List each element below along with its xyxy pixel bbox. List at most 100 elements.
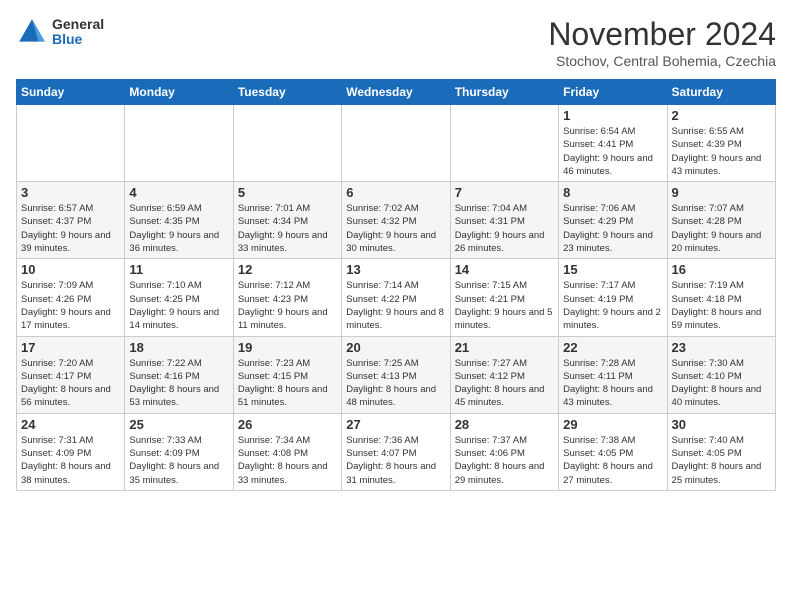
day-info: Sunrise: 7:14 AMSunset: 4:22 PMDaylight:… bbox=[346, 279, 445, 332]
calendar-cell: 17 Sunrise: 7:20 AMSunset: 4:17 PMDayligh… bbox=[17, 336, 125, 413]
day-number: 8 bbox=[563, 185, 662, 200]
title-area: November 2024 Stochov, Central Bohemia, … bbox=[548, 16, 776, 69]
day-number: 15 bbox=[563, 262, 662, 277]
day-info: Sunrise: 6:55 AMSunset: 4:39 PMDaylight:… bbox=[672, 125, 771, 178]
calendar-cell: 15 Sunrise: 7:17 AMSunset: 4:19 PMDayligh… bbox=[559, 259, 667, 336]
day-info: Sunrise: 7:04 AMSunset: 4:31 PMDaylight:… bbox=[455, 202, 554, 255]
header-sunday: Sunday bbox=[17, 80, 125, 105]
day-number: 4 bbox=[129, 185, 228, 200]
day-number: 23 bbox=[672, 340, 771, 355]
day-number: 10 bbox=[21, 262, 120, 277]
day-number: 30 bbox=[672, 417, 771, 432]
month-title: November 2024 bbox=[548, 16, 776, 53]
day-info: Sunrise: 7:34 AMSunset: 4:08 PMDaylight:… bbox=[238, 434, 337, 487]
calendar-cell: 16 Sunrise: 7:19 AMSunset: 4:18 PMDayligh… bbox=[667, 259, 775, 336]
calendar-cell: 20 Sunrise: 7:25 AMSunset: 4:13 PMDayligh… bbox=[342, 336, 450, 413]
day-number: 12 bbox=[238, 262, 337, 277]
calendar-table: Sunday Monday Tuesday Wednesday Thursday… bbox=[16, 79, 776, 491]
day-info: Sunrise: 7:22 AMSunset: 4:16 PMDaylight:… bbox=[129, 357, 228, 410]
day-number: 19 bbox=[238, 340, 337, 355]
header-tuesday: Tuesday bbox=[233, 80, 341, 105]
day-info: Sunrise: 7:07 AMSunset: 4:28 PMDaylight:… bbox=[672, 202, 771, 255]
day-info: Sunrise: 7:02 AMSunset: 4:32 PMDaylight:… bbox=[346, 202, 445, 255]
day-info: Sunrise: 6:59 AMSunset: 4:35 PMDaylight:… bbox=[129, 202, 228, 255]
day-info: Sunrise: 7:15 AMSunset: 4:21 PMDaylight:… bbox=[455, 279, 554, 332]
day-number: 20 bbox=[346, 340, 445, 355]
day-number: 5 bbox=[238, 185, 337, 200]
logo: General Blue bbox=[16, 16, 104, 48]
calendar-cell: 23 Sunrise: 7:30 AMSunset: 4:10 PMDayligh… bbox=[667, 336, 775, 413]
day-info: Sunrise: 7:09 AMSunset: 4:26 PMDaylight:… bbox=[21, 279, 120, 332]
calendar-cell: 6Sunrise: 7:02 AMSunset: 4:32 PMDaylight… bbox=[342, 182, 450, 259]
logo-blue-text: Blue bbox=[52, 32, 104, 47]
calendar-cell: 26 Sunrise: 7:34 AMSunset: 4:08 PMDayligh… bbox=[233, 413, 341, 490]
logo-icon bbox=[16, 16, 48, 48]
calendar-cell: 18 Sunrise: 7:22 AMSunset: 4:16 PMDayligh… bbox=[125, 336, 233, 413]
day-number: 26 bbox=[238, 417, 337, 432]
calendar-cell bbox=[17, 105, 125, 182]
calendar-cell: 19Sunrise: 7:23 AMSunset: 4:15 PMDayligh… bbox=[233, 336, 341, 413]
day-info: Sunrise: 7:30 AMSunset: 4:10 PMDaylight:… bbox=[672, 357, 771, 410]
header-monday: Monday bbox=[125, 80, 233, 105]
calendar-cell: 5 Sunrise: 7:01 AMSunset: 4:34 PMDaylight… bbox=[233, 182, 341, 259]
calendar-cell: 3 Sunrise: 6:57 AMSunset: 4:37 PMDaylight… bbox=[17, 182, 125, 259]
page-header: General Blue November 2024 Stochov, Cent… bbox=[16, 16, 776, 69]
calendar-cell bbox=[233, 105, 341, 182]
day-info: Sunrise: 7:17 AMSunset: 4:19 PMDaylight:… bbox=[563, 279, 662, 332]
day-info: Sunrise: 7:25 AMSunset: 4:13 PMDaylight:… bbox=[346, 357, 445, 410]
calendar-cell bbox=[342, 105, 450, 182]
calendar-cell: 22 Sunrise: 7:28 AMSunset: 4:11 PMDayligh… bbox=[559, 336, 667, 413]
day-number: 29 bbox=[563, 417, 662, 432]
day-info: Sunrise: 7:10 AMSunset: 4:25 PMDaylight:… bbox=[129, 279, 228, 332]
day-info: Sunrise: 7:20 AMSunset: 4:17 PMDaylight:… bbox=[21, 357, 120, 410]
header-friday: Friday bbox=[559, 80, 667, 105]
calendar-header: Sunday Monday Tuesday Wednesday Thursday… bbox=[17, 80, 776, 105]
logo-general-text: General bbox=[52, 17, 104, 32]
calendar-cell: 29 Sunrise: 7:38 AMSunset: 4:05 PMDayligh… bbox=[559, 413, 667, 490]
day-number: 9 bbox=[672, 185, 771, 200]
day-number: 27 bbox=[346, 417, 445, 432]
calendar-cell: 25 Sunrise: 7:33 AMSunset: 4:09 PMDayligh… bbox=[125, 413, 233, 490]
day-info: Sunrise: 7:31 AMSunset: 4:09 PMDaylight:… bbox=[21, 434, 120, 487]
day-number: 25 bbox=[129, 417, 228, 432]
calendar-cell: 28Sunrise: 7:37 AMSunset: 4:06 PMDayligh… bbox=[450, 413, 558, 490]
calendar-cell: 13 Sunrise: 7:14 AMSunset: 4:22 PMDayligh… bbox=[342, 259, 450, 336]
calendar-cell: 10 Sunrise: 7:09 AMSunset: 4:26 PMDayligh… bbox=[17, 259, 125, 336]
calendar-cell: 30 Sunrise: 7:40 AMSunset: 4:05 PMDayligh… bbox=[667, 413, 775, 490]
day-number: 22 bbox=[563, 340, 662, 355]
day-info: Sunrise: 7:36 AMSunset: 4:07 PMDaylight:… bbox=[346, 434, 445, 487]
calendar-cell: 8Sunrise: 7:06 AMSunset: 4:29 PMDaylight… bbox=[559, 182, 667, 259]
calendar-cell bbox=[450, 105, 558, 182]
day-number: 13 bbox=[346, 262, 445, 277]
day-number: 3 bbox=[21, 185, 120, 200]
day-info: Sunrise: 6:54 AMSunset: 4:41 PMDaylight:… bbox=[563, 125, 662, 178]
calendar-cell: 1Sunrise: 6:54 AMSunset: 4:41 PMDaylight… bbox=[559, 105, 667, 182]
calendar-cell: 11 Sunrise: 7:10 AMSunset: 4:25 PMDayligh… bbox=[125, 259, 233, 336]
header-wednesday: Wednesday bbox=[342, 80, 450, 105]
calendar-cell bbox=[125, 105, 233, 182]
calendar-cell: 2Sunrise: 6:55 AMSunset: 4:39 PMDaylight… bbox=[667, 105, 775, 182]
header-thursday: Thursday bbox=[450, 80, 558, 105]
day-number: 17 bbox=[21, 340, 120, 355]
day-info: Sunrise: 7:19 AMSunset: 4:18 PMDaylight:… bbox=[672, 279, 771, 332]
day-number: 28 bbox=[455, 417, 554, 432]
day-number: 11 bbox=[129, 262, 228, 277]
header-saturday: Saturday bbox=[667, 80, 775, 105]
day-info: Sunrise: 7:38 AMSunset: 4:05 PMDaylight:… bbox=[563, 434, 662, 487]
calendar-cell: 14Sunrise: 7:15 AMSunset: 4:21 PMDayligh… bbox=[450, 259, 558, 336]
day-number: 18 bbox=[129, 340, 228, 355]
location: Stochov, Central Bohemia, Czechia bbox=[548, 53, 776, 69]
day-info: Sunrise: 7:01 AMSunset: 4:34 PMDaylight:… bbox=[238, 202, 337, 255]
day-number: 16 bbox=[672, 262, 771, 277]
calendar-cell: 4 Sunrise: 6:59 AMSunset: 4:35 PMDaylight… bbox=[125, 182, 233, 259]
calendar-cell: 7 Sunrise: 7:04 AMSunset: 4:31 PMDaylight… bbox=[450, 182, 558, 259]
day-info: Sunrise: 7:28 AMSunset: 4:11 PMDaylight:… bbox=[563, 357, 662, 410]
day-number: 7 bbox=[455, 185, 554, 200]
calendar-body: 1Sunrise: 6:54 AMSunset: 4:41 PMDaylight… bbox=[17, 105, 776, 491]
day-info: Sunrise: 7:33 AMSunset: 4:09 PMDaylight:… bbox=[129, 434, 228, 487]
day-info: Sunrise: 7:12 AMSunset: 4:23 PMDaylight:… bbox=[238, 279, 337, 332]
calendar-cell: 24Sunrise: 7:31 AMSunset: 4:09 PMDayligh… bbox=[17, 413, 125, 490]
day-number: 21 bbox=[455, 340, 554, 355]
day-info: Sunrise: 7:40 AMSunset: 4:05 PMDaylight:… bbox=[672, 434, 771, 487]
day-info: Sunrise: 6:57 AMSunset: 4:37 PMDaylight:… bbox=[21, 202, 120, 255]
